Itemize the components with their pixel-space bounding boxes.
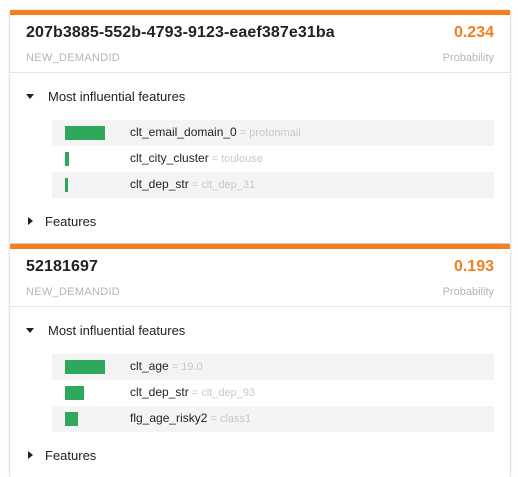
feature-value: clt_dep_93 [201, 387, 256, 399]
feature-bar-track [65, 152, 117, 166]
feature-row: clt_city_cluster = toulouse [52, 146, 494, 172]
feature-row: clt_dep_str = clt_dep_31 [52, 172, 494, 198]
feature-name: flg_age_risky2 [130, 411, 208, 425]
most-influential-features-toggle[interactable]: Most influential features [10, 80, 510, 114]
caret-down-icon [26, 94, 34, 99]
features-label: Features [45, 448, 97, 463]
feature-row: clt_dep_str = clt_dep_93 [52, 380, 494, 406]
prediction-card: 207b3885-552b-4793-9123-eaef387e31ba NEW… [10, 10, 510, 243]
feature-equals: = [207, 413, 220, 425]
card-header: 52181697 NEW_DEMANDID 0.193 Probability [10, 249, 510, 307]
caret-right-icon [28, 217, 33, 225]
feature-bar [65, 126, 106, 140]
feature-bar-track [65, 178, 117, 192]
caret-down-icon [26, 328, 34, 333]
card-header: 207b3885-552b-4793-9123-eaef387e31ba NEW… [10, 15, 510, 73]
feature-equals: = [188, 179, 202, 191]
feature-list: clt_age = 19.0 clt_dep_str = clt_dep_93 … [10, 354, 510, 432]
features-toggle[interactable]: Features [10, 439, 510, 477]
feature-value: protonmail [249, 127, 301, 139]
feature-equals: = [168, 361, 182, 373]
features-toggle[interactable]: Features [10, 205, 510, 243]
row-id: 207b3885-552b-4793-9123-eaef387e31ba [26, 24, 335, 41]
feature-row: clt_age = 19.0 [52, 354, 494, 380]
feature-list: clt_email_domain_0 = protonmail clt_city… [10, 120, 510, 198]
feature-equals: = [208, 153, 222, 165]
most-influential-features-toggle[interactable]: Most influential features [10, 314, 510, 348]
most-influential-features-label: Most influential features [48, 89, 186, 104]
feature-equals: = [188, 387, 202, 399]
feature-bar [65, 386, 85, 400]
feature-name: clt_dep_str [130, 385, 189, 399]
probability-value: 0.193 [453, 258, 494, 275]
feature-bar [65, 360, 106, 374]
feature-value: class1 [219, 413, 252, 425]
feature-value: toulouse [221, 153, 263, 165]
feature-row: flg_age_risky2 = class1 [52, 406, 494, 432]
row-id-label: NEW_DEMANDID [26, 286, 121, 298]
feature-bar [65, 178, 69, 192]
features-label: Features [45, 214, 97, 229]
probability-label: Probability [442, 52, 494, 64]
feature-name: clt_age [130, 359, 169, 373]
row-id-label: NEW_DEMANDID [26, 52, 121, 64]
feature-value: 19.0 [181, 361, 203, 373]
probability-value: 0.234 [453, 24, 494, 41]
most-influential-features-label: Most influential features [48, 323, 186, 338]
probability-label: Probability [442, 286, 494, 298]
feature-row: clt_email_domain_0 = protonmail [52, 120, 494, 146]
feature-name: clt_dep_str [130, 177, 189, 191]
feature-bar-track [65, 126, 117, 140]
feature-bar-track [65, 386, 117, 400]
feature-name: clt_city_cluster [130, 151, 209, 165]
feature-bar [65, 152, 70, 166]
feature-name: clt_email_domain_0 [130, 125, 237, 139]
feature-bar-track [65, 360, 117, 374]
feature-equals: = [236, 127, 250, 139]
prediction-card: 52181697 NEW_DEMANDID 0.193 Probability … [10, 244, 510, 477]
feature-bar [65, 412, 78, 426]
row-id: 52181697 [26, 258, 98, 275]
feature-value: clt_dep_31 [201, 179, 256, 191]
feature-bar-track [65, 412, 117, 426]
caret-right-icon [28, 451, 33, 459]
